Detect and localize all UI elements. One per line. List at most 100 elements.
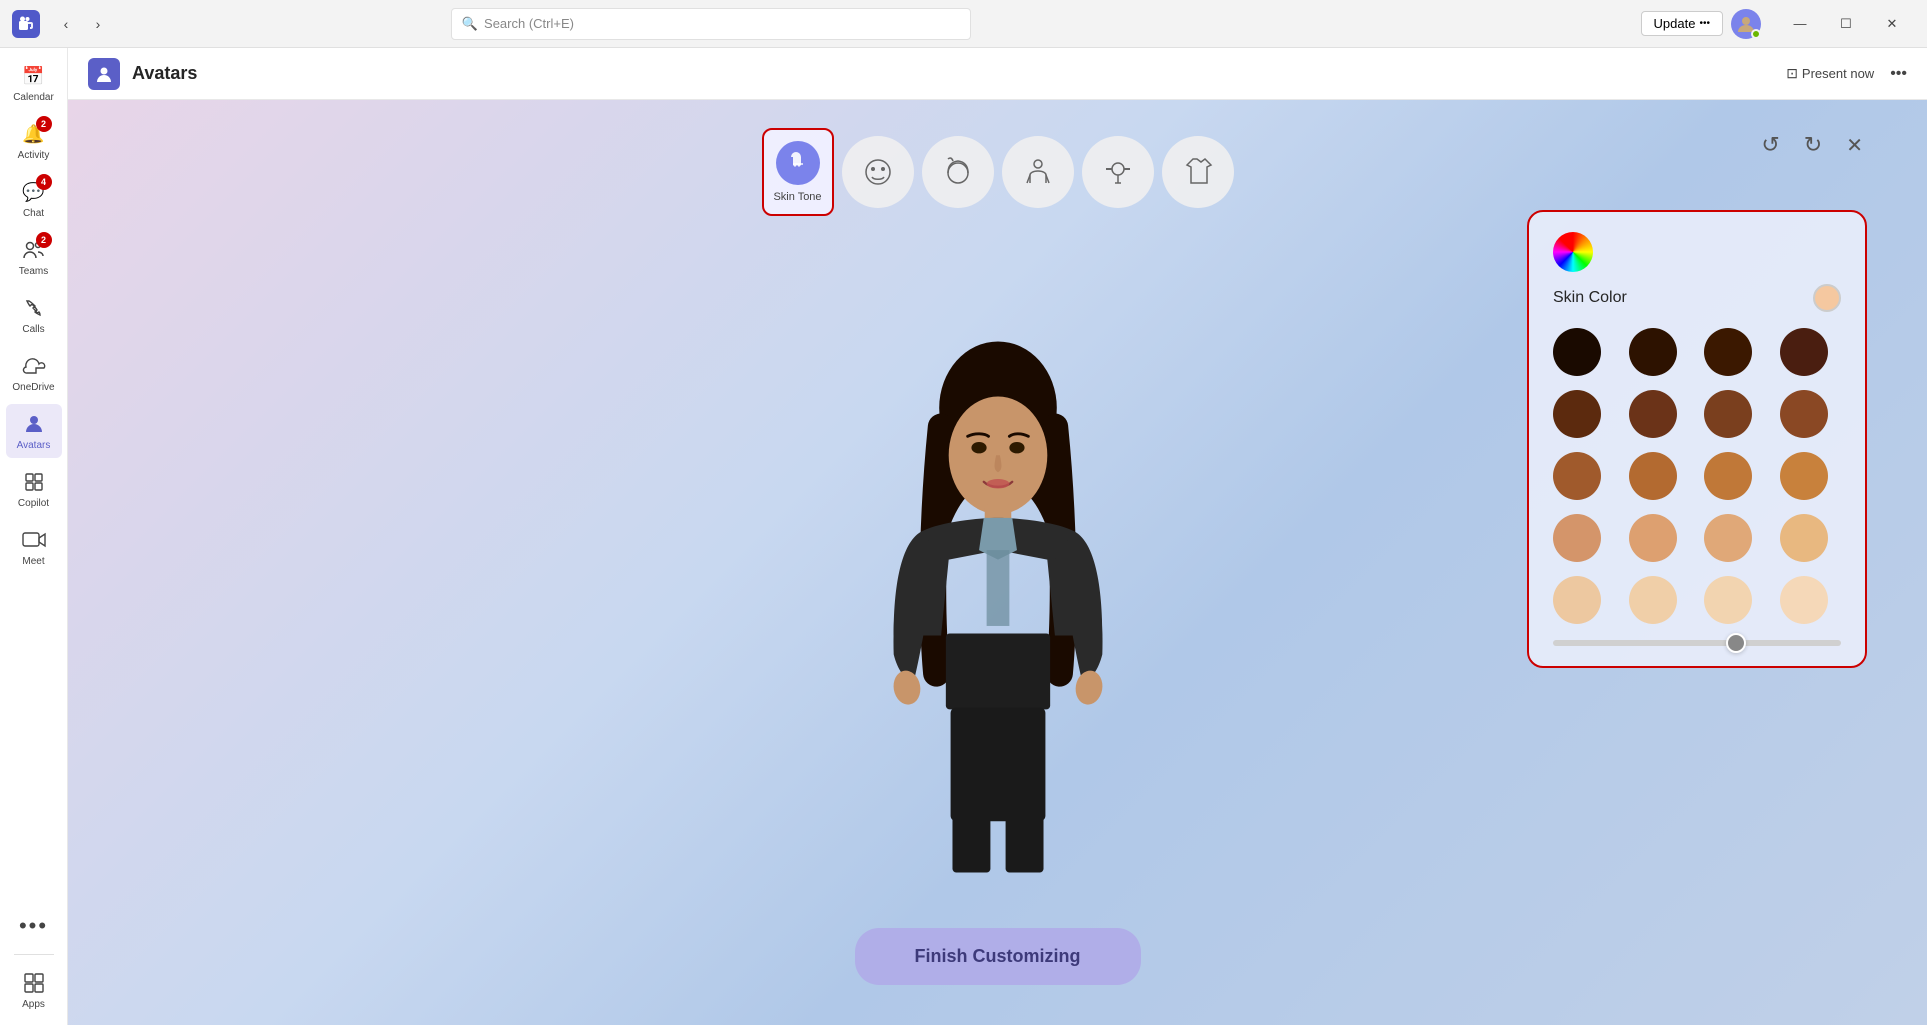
page-header: Avatars ⊡ Present now ••• (68, 48, 1927, 100)
redo-button[interactable]: ↻ (1800, 128, 1826, 162)
more-icon: ••• (20, 912, 48, 940)
swatch-5-1[interactable] (1553, 576, 1601, 624)
header-more-button[interactable]: ••• (1890, 65, 1907, 83)
swatch-5-2[interactable] (1629, 576, 1677, 624)
sidebar-label-apps: Apps (22, 999, 45, 1011)
present-now-button[interactable]: ⊡ Present now (1778, 61, 1882, 86)
page-header-icon (88, 58, 120, 90)
apps-icon (20, 969, 48, 997)
sidebar-label-activity: Activity (18, 150, 50, 162)
update-button[interactable]: Update ••• (1641, 11, 1723, 36)
nav-back[interactable]: ‹ (52, 10, 80, 38)
toolbar-hair[interactable] (922, 136, 994, 208)
search-bar[interactable]: 🔍 Search (Ctrl+E) (451, 8, 971, 40)
toolbar-accessories[interactable] (1082, 136, 1154, 208)
toolbar-face[interactable] (842, 136, 914, 208)
close-button[interactable]: ✕ (1869, 8, 1915, 40)
swatch-1-2[interactable] (1629, 328, 1677, 376)
swatch-2-2[interactable] (1629, 390, 1677, 438)
search-icon: 🔍 (462, 16, 478, 32)
swatch-5-4[interactable] (1780, 576, 1828, 624)
swatch-3-3[interactable] (1704, 452, 1752, 500)
swatch-3-1[interactable] (1553, 452, 1601, 500)
skin-color-title: Skin Color (1553, 289, 1627, 307)
present-icon: ⊡ (1786, 65, 1798, 82)
selected-color-indicator (1813, 284, 1841, 312)
teams-logo (12, 10, 40, 38)
sidebar-label-calls: Calls (22, 324, 44, 336)
sidebar-item-apps[interactable]: Apps (6, 963, 62, 1017)
titlebar-right: Update ••• — ☐ ✕ (1641, 8, 1915, 40)
swatch-2-3[interactable] (1704, 390, 1752, 438)
sidebar-divider (14, 954, 54, 955)
sidebar-item-calendar[interactable]: 📅 Calendar (6, 56, 62, 110)
swatch-4-1[interactable] (1553, 514, 1601, 562)
chat-icon: 💬 4 (20, 178, 48, 206)
swatch-5-3[interactable] (1704, 576, 1752, 624)
activity-badge: 2 (36, 116, 52, 132)
toolbar-body[interactable] (1002, 136, 1074, 208)
present-now-label: Present now (1802, 66, 1874, 81)
swatch-1-1[interactable] (1553, 328, 1601, 376)
skin-color-panel: Skin Color (1527, 210, 1867, 668)
skin-colors-grid (1553, 328, 1841, 624)
sidebar-label-calendar: Calendar (13, 92, 54, 104)
meet-icon (20, 526, 48, 554)
swatch-2-1[interactable] (1553, 390, 1601, 438)
chat-badge: 4 (36, 174, 52, 190)
swatch-2-4[interactable] (1780, 390, 1828, 438)
sidebar-item-activity[interactable]: 🔔 2 Activity (6, 114, 62, 168)
swatch-4-2[interactable] (1629, 514, 1677, 562)
teams-badge: 2 (36, 232, 52, 248)
main-layout: 📅 Calendar 🔔 2 Activity 💬 4 Chat (0, 48, 1927, 1025)
sidebar-item-copilot[interactable]: Copilot (6, 462, 62, 516)
calendar-icon: 📅 (20, 62, 48, 90)
titlebar: ‹ › 🔍 Search (Ctrl+E) Update ••• — ☐ ✕ (0, 0, 1927, 48)
sidebar-item-meet[interactable]: Meet (6, 520, 62, 574)
calls-icon (20, 294, 48, 322)
sidebar-item-onedrive[interactable]: OneDrive (6, 346, 62, 400)
swatch-1-4[interactable] (1780, 328, 1828, 376)
swatch-4-4[interactable] (1780, 514, 1828, 562)
toolbar-skin-tone[interactable]: Skin Tone (762, 128, 834, 216)
swatch-3-2[interactable] (1629, 452, 1677, 500)
sidebar-item-chat[interactable]: 💬 4 Chat (6, 172, 62, 226)
toolbar-clothing[interactable] (1162, 136, 1234, 208)
page-header-right: ⊡ Present now ••• (1778, 61, 1907, 86)
avatar-toolbar: Skin Tone (762, 128, 1234, 216)
close-customizer-button[interactable]: ✕ (1842, 129, 1867, 162)
sidebar-label-avatars: Avatars (17, 440, 51, 452)
activity-icon: 🔔 2 (20, 120, 48, 148)
content-area: Avatars ⊡ Present now ••• (68, 48, 1927, 1025)
toolbar-right: ↺ ↻ ✕ (1757, 128, 1867, 162)
onedrive-icon (20, 352, 48, 380)
sidebar-item-teams[interactable]: 2 Teams (6, 230, 62, 284)
nav-forward[interactable]: › (84, 10, 112, 38)
finish-btn-label: Finish Customizing (915, 946, 1081, 966)
skin-tone-slider[interactable] (1553, 640, 1841, 646)
user-status-dot (1751, 29, 1761, 39)
user-avatar[interactable] (1731, 9, 1761, 39)
window-controls: — ☐ ✕ (1777, 8, 1915, 40)
nav-buttons: ‹ › (52, 10, 112, 38)
avatar-3d (838, 332, 1158, 882)
skin-panel-header: Skin Color (1553, 284, 1841, 312)
swatch-1-3[interactable] (1704, 328, 1752, 376)
swatch-3-4[interactable] (1780, 452, 1828, 500)
sidebar-item-avatars[interactable]: Avatars (6, 404, 62, 458)
sidebar-label-teams: Teams (19, 266, 48, 278)
sidebar: 📅 Calendar 🔔 2 Activity 💬 4 Chat (0, 48, 68, 1025)
sidebar-item-more[interactable]: ••• (6, 906, 62, 946)
teams-nav-icon: 2 (20, 236, 48, 264)
undo-button[interactable]: ↺ (1757, 128, 1783, 162)
maximize-button[interactable]: ☐ (1823, 8, 1869, 40)
sidebar-item-calls[interactable]: Calls (6, 288, 62, 342)
swatch-4-3[interactable] (1704, 514, 1752, 562)
minimize-button[interactable]: — (1777, 8, 1823, 40)
skin-slider-thumb (1726, 633, 1746, 653)
skin-tone-label: Skin Tone (773, 191, 821, 203)
search-placeholder: Search (Ctrl+E) (484, 16, 574, 31)
skin-tone-icon (776, 141, 820, 185)
sidebar-label-meet: Meet (22, 556, 44, 568)
finish-customizing-button[interactable]: Finish Customizing (855, 928, 1141, 985)
